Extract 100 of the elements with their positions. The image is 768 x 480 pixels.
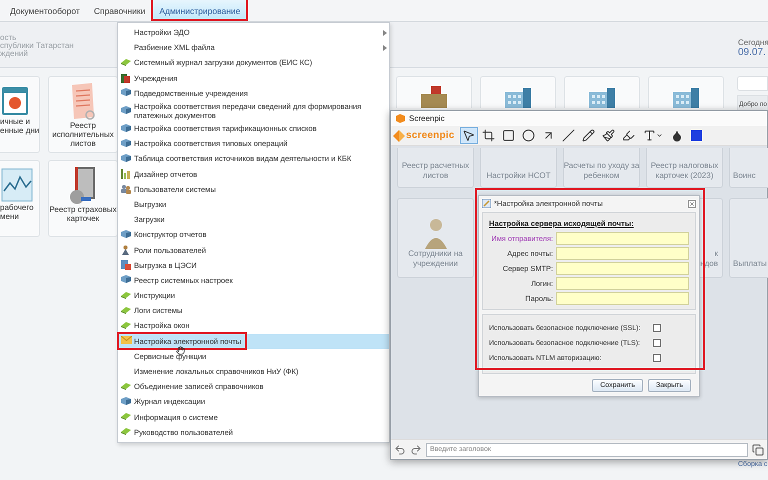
today-label: Сегодня xyxy=(738,38,768,47)
cube-icon xyxy=(121,396,131,405)
input-field[interactable] xyxy=(556,292,689,305)
tile-label: к xyxy=(714,249,718,259)
caret-icon xyxy=(383,45,387,52)
tile-label: Реестр страховых xyxy=(49,205,117,214)
hand-cursor-icon xyxy=(176,346,185,355)
tile[interactable]: Реестр страховых карточек xyxy=(48,160,118,237)
tool-button[interactable] xyxy=(520,127,538,144)
tile-label: рабочего xyxy=(0,203,34,212)
droplet-icon xyxy=(670,130,682,142)
cube-icon xyxy=(121,230,131,238)
tile[interactable] xyxy=(564,76,640,108)
tile[interactable]: ичные и енные дни xyxy=(0,76,40,153)
cube-icon xyxy=(121,154,131,162)
cube-icon xyxy=(121,106,131,114)
users-icon xyxy=(121,184,131,194)
chart-icon xyxy=(121,169,131,180)
book-icon xyxy=(121,320,131,329)
tile-label: ичные и xyxy=(0,117,30,126)
tool-button[interactable] xyxy=(480,127,498,144)
input-field[interactable] xyxy=(556,277,689,290)
header-text: ость xyxy=(0,34,18,42)
ellipse-icon xyxy=(522,129,535,142)
panel xyxy=(737,76,768,91)
tile-label: Расчеты по уходу за xyxy=(564,161,640,171)
book-icon xyxy=(121,427,131,436)
cube-icon xyxy=(121,275,131,284)
tile-label: карточек (2023) xyxy=(656,171,714,181)
cube-icon xyxy=(121,88,131,96)
input-field[interactable] xyxy=(556,232,689,245)
tool-button[interactable] xyxy=(580,127,598,144)
building-icon xyxy=(505,88,531,108)
tile[interactable] xyxy=(396,76,472,108)
book-icon xyxy=(121,290,131,299)
today-date: 09.07. xyxy=(738,47,767,58)
tile-label: Реестр расчетных xyxy=(402,161,470,171)
tile-label: листов xyxy=(70,139,96,148)
tile-label: Реестр налоговых xyxy=(650,161,718,171)
tile-label: мени xyxy=(0,212,19,221)
logo-text: screenpic xyxy=(406,130,454,141)
tile-label: Воинс xyxy=(733,171,756,181)
undo-icon[interactable] xyxy=(394,444,406,456)
caret-icon xyxy=(383,30,387,36)
building-icon xyxy=(589,88,615,108)
tile-label: Реестр xyxy=(70,121,96,130)
cube-icon xyxy=(121,138,131,147)
brush-icon xyxy=(602,129,615,142)
tool-button[interactable] xyxy=(460,127,478,144)
input-field[interactable] xyxy=(556,247,689,260)
tile-label: енные дни xyxy=(0,126,39,135)
copy-icon[interactable] xyxy=(752,444,764,456)
tile-label: исполнительных xyxy=(52,130,114,139)
book-icon xyxy=(121,58,131,66)
building-icon xyxy=(673,88,699,108)
window-title: Screenpic xyxy=(409,114,445,123)
line-icon xyxy=(562,129,575,142)
crop-icon xyxy=(482,129,495,142)
tile[interactable]: Реестр исполнительных листов xyxy=(48,76,118,153)
tile-label: Сотрудники на xyxy=(408,249,463,259)
pencil-icon xyxy=(482,199,491,208)
envelope-icon xyxy=(121,336,132,344)
tile-label: учреждении xyxy=(413,259,458,269)
pencil-icon xyxy=(582,129,595,142)
tile-label: Выплаты xyxy=(733,259,767,269)
tile-label: листов xyxy=(422,171,448,181)
book-icon xyxy=(121,382,131,390)
tile[interactable] xyxy=(648,76,724,108)
logo-icon xyxy=(393,130,405,142)
tile-label: карточек xyxy=(66,214,100,223)
document-icon xyxy=(121,260,131,270)
menu-item[interactable]: Документооборот xyxy=(4,0,86,21)
building-icon xyxy=(121,73,130,84)
menu-item[interactable]: Справочники xyxy=(88,0,152,21)
tile[interactable]: рабочего мени xyxy=(0,160,40,237)
person-icon xyxy=(422,217,448,249)
folder-icon xyxy=(421,86,447,108)
input-field[interactable] xyxy=(556,262,689,275)
tile[interactable] xyxy=(480,76,556,108)
tool-button[interactable] xyxy=(560,127,578,144)
menu-item[interactable]: Администрирование xyxy=(153,0,246,21)
book-icon xyxy=(121,412,131,420)
person-icon xyxy=(121,245,130,256)
chart-icon xyxy=(0,167,34,203)
caret-icon xyxy=(656,132,662,139)
tool-button[interactable] xyxy=(600,127,618,144)
text-icon xyxy=(642,129,656,142)
rectangle-icon xyxy=(502,129,515,142)
logo-icon xyxy=(396,114,405,123)
book-icon xyxy=(121,306,131,314)
redo-icon[interactable] xyxy=(410,444,422,456)
cube-icon xyxy=(121,124,131,132)
highlighter-icon xyxy=(622,129,635,142)
header-text: ждений xyxy=(0,50,28,58)
close-icon[interactable] xyxy=(688,200,696,208)
pointer-icon xyxy=(462,129,475,142)
checkbox[interactable] xyxy=(653,324,661,332)
checkbox[interactable] xyxy=(653,339,661,347)
checkbox[interactable] xyxy=(653,354,661,362)
tile-label: ребенком xyxy=(584,171,620,181)
